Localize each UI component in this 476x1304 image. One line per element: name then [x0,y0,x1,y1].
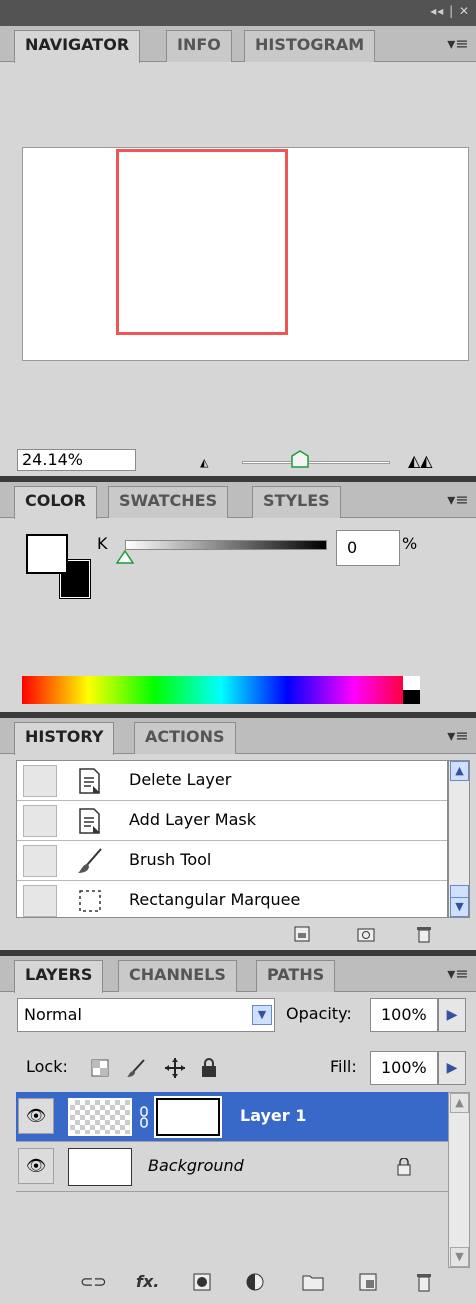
brush-icon [78,848,102,873]
zoom-input[interactable]: 24.14% [17,449,136,471]
history-item[interactable]: Add Layer Mask [17,801,447,841]
history-item-label: Delete Layer [129,770,232,789]
snapshot-source-box[interactable] [23,845,57,877]
scroll-down-button[interactable]: ▼ [450,1247,469,1267]
lock-icon [397,1158,411,1176]
lock-all-icon[interactable] [200,1058,218,1078]
history-item[interactable]: Brush Tool [17,841,447,881]
tab-info[interactable]: INFO [166,30,232,62]
zoom-slider-thumb[interactable] [290,450,310,468]
folder-icon[interactable] [302,1273,324,1291]
history-item-label: Rectangular Marquee [129,890,301,909]
add-mask-icon[interactable] [192,1272,212,1292]
scroll-up-button[interactable]: ▲ [450,761,469,781]
eye-icon[interactable]: 👁 [18,1148,54,1184]
zoom-out-icon[interactable]: ◭ [200,456,208,469]
link-layers-icon[interactable]: ⊂⊃ [80,1272,107,1291]
lock-transparent-pixels-icon[interactable] [91,1059,109,1077]
history-list: Delete Layer Add Layer Mask Brush Tool R… [16,760,448,918]
navigator-tabbar: NAVIGATOR INFO HISTOGRAM ▾≡ [0,26,476,63]
history-item-label: Brush Tool [129,850,212,869]
tab-navigator[interactable]: NAVIGATOR [14,30,141,63]
layers-scrollbar[interactable]: ▲ ▼ [448,1092,470,1268]
fill-label: Fill: [330,1057,357,1076]
color-tabbar: COLOR SWATCHES STYLES ▾≡ [0,482,476,519]
history-state-icon [79,808,100,834]
layers-tabbar: LAYERS CHANNELS PATHS ▾≡ [0,956,476,993]
percent-label: % [402,534,418,553]
lock-label: Lock: [26,1057,68,1076]
chevron-down-icon[interactable]: ▼ [252,1005,272,1025]
tab-styles[interactable]: STYLES [252,486,341,518]
tab-swatches[interactable]: SWATCHES [108,486,229,518]
black-white-ramp[interactable] [403,676,420,704]
k-value-input[interactable]: 0 [336,530,400,566]
blend-mode-select[interactable]: Normal [17,998,275,1032]
k-slider-gradient[interactable] [125,540,327,550]
layer-style-fx-icon[interactable]: fx. [136,1272,159,1291]
new-document-from-state-icon[interactable] [292,924,312,944]
tab-histogram[interactable]: HISTOGRAM [244,30,376,62]
tab-channels[interactable]: CHANNELS [118,960,237,992]
foreground-color-swatch[interactable] [26,534,68,574]
navigator-view-box[interactable] [116,149,288,335]
trash-icon[interactable] [414,1271,434,1293]
opacity-arrow-button[interactable]: ▶ [438,998,466,1032]
history-item[interactable]: Delete Layer [17,761,447,801]
history-tabbar: HISTORY ACTIONS ▾≡ [0,718,476,755]
layer-mask-thumbnail[interactable] [154,1096,222,1138]
collapse-close-controls[interactable]: ◂◂ | ✕ [430,4,470,18]
fill-input[interactable]: 100% [370,1051,438,1085]
panel-menu-icon[interactable]: ▾≡ [446,488,470,512]
zoom-in-icon[interactable]: ◭◭ [408,451,433,470]
snapshot-source-box[interactable] [23,765,57,797]
camera-icon[interactable] [356,924,376,944]
panel-menu-icon[interactable]: ▾≡ [446,962,470,986]
eye-icon[interactable]: 👁 [18,1098,54,1134]
scroll-up-button[interactable]: ▲ [450,1093,469,1113]
layer-name[interactable]: Layer 1 [240,1106,306,1125]
adjustment-layer-icon[interactable] [246,1272,268,1292]
layer-row-layer-1[interactable]: 👁 Layer 1 [16,1092,448,1142]
marquee-icon [79,890,101,912]
opacity-label: Opacity: [286,1004,352,1023]
tab-actions[interactable]: ACTIONS [134,722,236,754]
tab-history[interactable]: HISTORY [14,722,115,755]
history-item-label: Add Layer Mask [129,810,256,829]
tab-layers[interactable]: LAYERS [14,960,104,993]
k-slider-thumb[interactable] [116,550,134,564]
chain-link-icon[interactable] [139,1106,149,1128]
layer-thumbnail[interactable] [68,1148,132,1186]
history-item[interactable]: Rectangular Marquee [17,881,447,917]
snapshot-source-box[interactable] [23,885,57,917]
panel-menu-icon[interactable]: ▾≡ [446,724,470,748]
history-scrollbar[interactable]: ▲ ▼ [448,760,470,918]
new-layer-icon[interactable] [358,1272,378,1292]
zoom-slider-track[interactable] [242,461,390,464]
tab-paths[interactable]: PATHS [256,960,336,992]
tab-color[interactable]: COLOR [14,486,97,519]
trash-icon[interactable] [414,924,434,944]
panel-titlebar: ◂◂ | ✕ [0,0,476,26]
scroll-down-button[interactable]: ▼ [450,897,469,917]
layer-thumbnail[interactable] [68,1098,132,1136]
fill-arrow-button[interactable]: ▶ [438,1051,466,1085]
opacity-input[interactable]: 100% [370,998,438,1032]
history-state-icon [79,768,100,794]
panel-menu-icon[interactable]: ▾≡ [446,32,470,56]
lock-image-pixels-icon[interactable] [126,1058,146,1078]
lock-position-icon[interactable] [164,1057,186,1079]
layer-name[interactable]: Background [148,1156,244,1175]
layer-row-background[interactable]: 👁 Background [16,1142,448,1192]
channel-label: K [97,534,108,553]
layers-list: 👁 Layer 1 👁 Background [16,1092,448,1268]
color-spectrum-ramp[interactable] [22,676,420,704]
snapshot-source-box[interactable] [23,805,57,837]
